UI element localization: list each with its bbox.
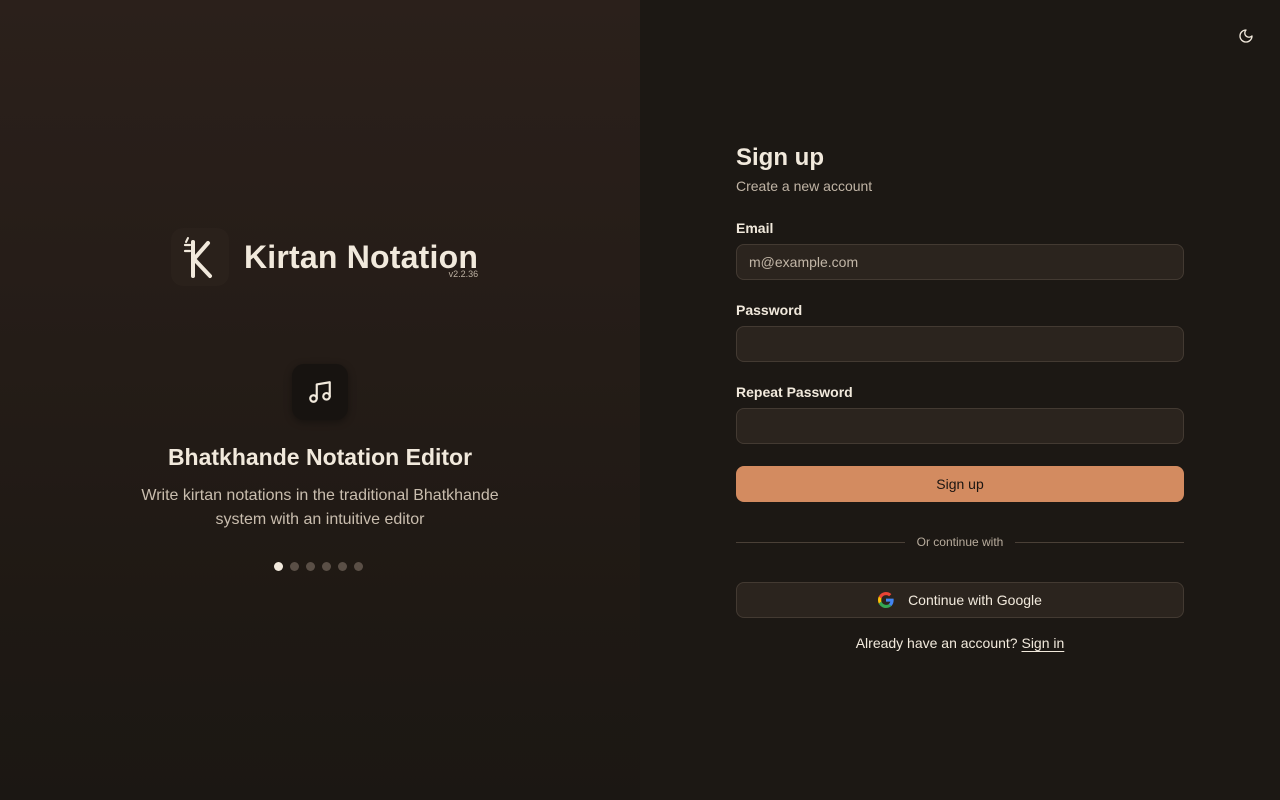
app-version: v2.2.36 xyxy=(448,269,479,279)
brand-header: Kirtan Notation v2.2.36 xyxy=(171,228,478,286)
password-field[interactable] xyxy=(736,326,1184,362)
carousel-dot-4[interactable] xyxy=(322,562,331,571)
divider-text: Or continue with xyxy=(916,535,1004,549)
app-name: Kirtan Notation xyxy=(244,239,479,275)
feature-title: Bhatkhande Notation Editor xyxy=(167,444,473,470)
password-group: Password xyxy=(736,302,1184,362)
email-label: Email xyxy=(736,220,774,236)
carousel-dot-6[interactable] xyxy=(354,562,363,571)
form-title: Sign up xyxy=(736,144,824,171)
or-divider: Or continue with xyxy=(736,533,1184,551)
carousel-dot-1[interactable] xyxy=(274,562,283,571)
carousel-dot-3[interactable] xyxy=(306,562,315,571)
divider-line-right xyxy=(1015,541,1184,543)
repeat-password-label: Repeat Password xyxy=(736,384,853,400)
signin-link[interactable]: Sign in xyxy=(1021,635,1064,651)
password-label: Password xyxy=(736,302,803,318)
music-note-icon xyxy=(309,381,331,403)
email-field[interactable] xyxy=(736,244,1184,280)
have-account-text: Already have an account? xyxy=(855,635,1018,651)
carousel-dots xyxy=(274,562,363,571)
signup-form: Sign up Create a new account Email Passw… xyxy=(736,140,1184,651)
brand-text: Kirtan Notation v2.2.36 xyxy=(244,228,478,286)
google-signin-button[interactable]: Continue with Google xyxy=(736,582,1184,618)
google-button-label: Continue with Google xyxy=(908,592,1042,608)
divider-line-left xyxy=(736,541,905,543)
feature-description: Write kirtan notations in the traditiona… xyxy=(141,487,499,528)
moon-icon xyxy=(1239,29,1253,43)
signin-prompt: Already have an account? Sign in xyxy=(736,635,1184,651)
theme-toggle-button[interactable] xyxy=(1232,22,1260,50)
repeat-password-group: Repeat Password xyxy=(736,384,1184,444)
signup-button[interactable]: Sign up xyxy=(736,466,1184,502)
form-subtitle: Create a new account xyxy=(736,178,873,194)
feature-icon-box xyxy=(292,364,348,420)
kirtan-logo-icon xyxy=(183,237,212,278)
carousel-dot-2[interactable] xyxy=(290,562,299,571)
carousel-dot-5[interactable] xyxy=(338,562,347,571)
google-icon xyxy=(878,592,894,608)
email-group: Email xyxy=(736,220,1184,280)
app-logo xyxy=(171,228,229,286)
hero-panel: Kirtan Notation v2.2.36 Bhatkhande Notat… xyxy=(0,0,640,800)
repeat-password-field[interactable] xyxy=(736,408,1184,444)
